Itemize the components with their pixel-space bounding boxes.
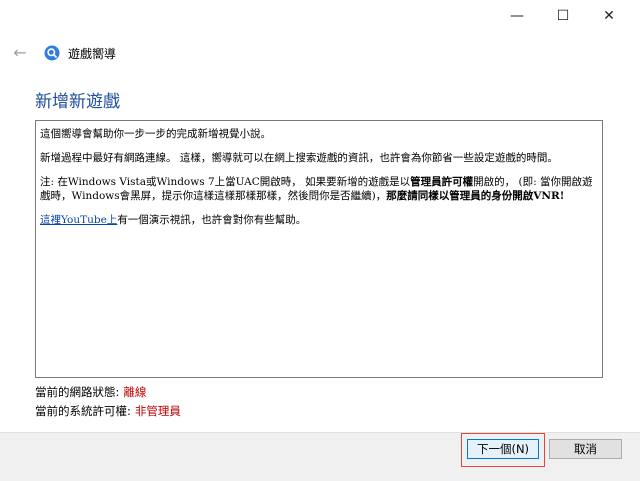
wizard-app-icon (44, 45, 60, 61)
intro-text: 這個嚮導會幫助你一步一步的完成新增視覺小說。 (40, 128, 271, 140)
minimize-button[interactable]: — (494, 0, 540, 32)
wizard-title: 遊戲嚮導 (68, 47, 117, 61)
network-status-label: 當前的網路狀態: (35, 385, 120, 399)
video-tip: 這裡YouTube上有一個演示視訊，也許會對你有些幫助。 (40, 214, 307, 226)
youtube-link[interactable]: 這裡YouTube上 (40, 214, 117, 226)
page-heading: 新增新遊戲 (35, 92, 120, 112)
next-button[interactable]: 下一個(N) (467, 439, 539, 459)
permission-status-value: 非管理員 (134, 404, 181, 418)
minimize-icon: — (510, 8, 524, 24)
network-status-value: 離線 (123, 385, 147, 399)
uac-note: 注: 在Windows Vista或Windows 7上當UAC開啟時， 如果要… (40, 176, 593, 202)
info-text-box: 這個嚮導會幫助你一步一步的完成新增視覺小說。 新增過程中最好有網路連線。 這樣，… (35, 120, 603, 378)
wizard-nav-bar: ← 遊戲嚮導 (0, 36, 640, 68)
network-status: 當前的網路狀態: 離線 (35, 384, 146, 400)
close-icon: ✕ (603, 8, 615, 24)
close-button[interactable]: ✕ (586, 0, 632, 32)
permission-status-label: 當前的系統許可權: (35, 404, 131, 418)
permission-status: 當前的系統許可權: 非管理員 (35, 403, 181, 419)
cancel-button[interactable]: 取消 (549, 439, 622, 459)
network-tip-text: 新增過程中最好有網路連線。 這樣，嚮導就可以在網上搜索遊戲的資訊，也許會為你節省… (40, 152, 558, 164)
maximize-icon: ☐ (556, 8, 570, 24)
back-arrow-icon[interactable]: ← (10, 43, 30, 63)
title-bar: — ☐ ✕ (0, 0, 640, 32)
maximize-button[interactable]: ☐ (540, 0, 586, 32)
